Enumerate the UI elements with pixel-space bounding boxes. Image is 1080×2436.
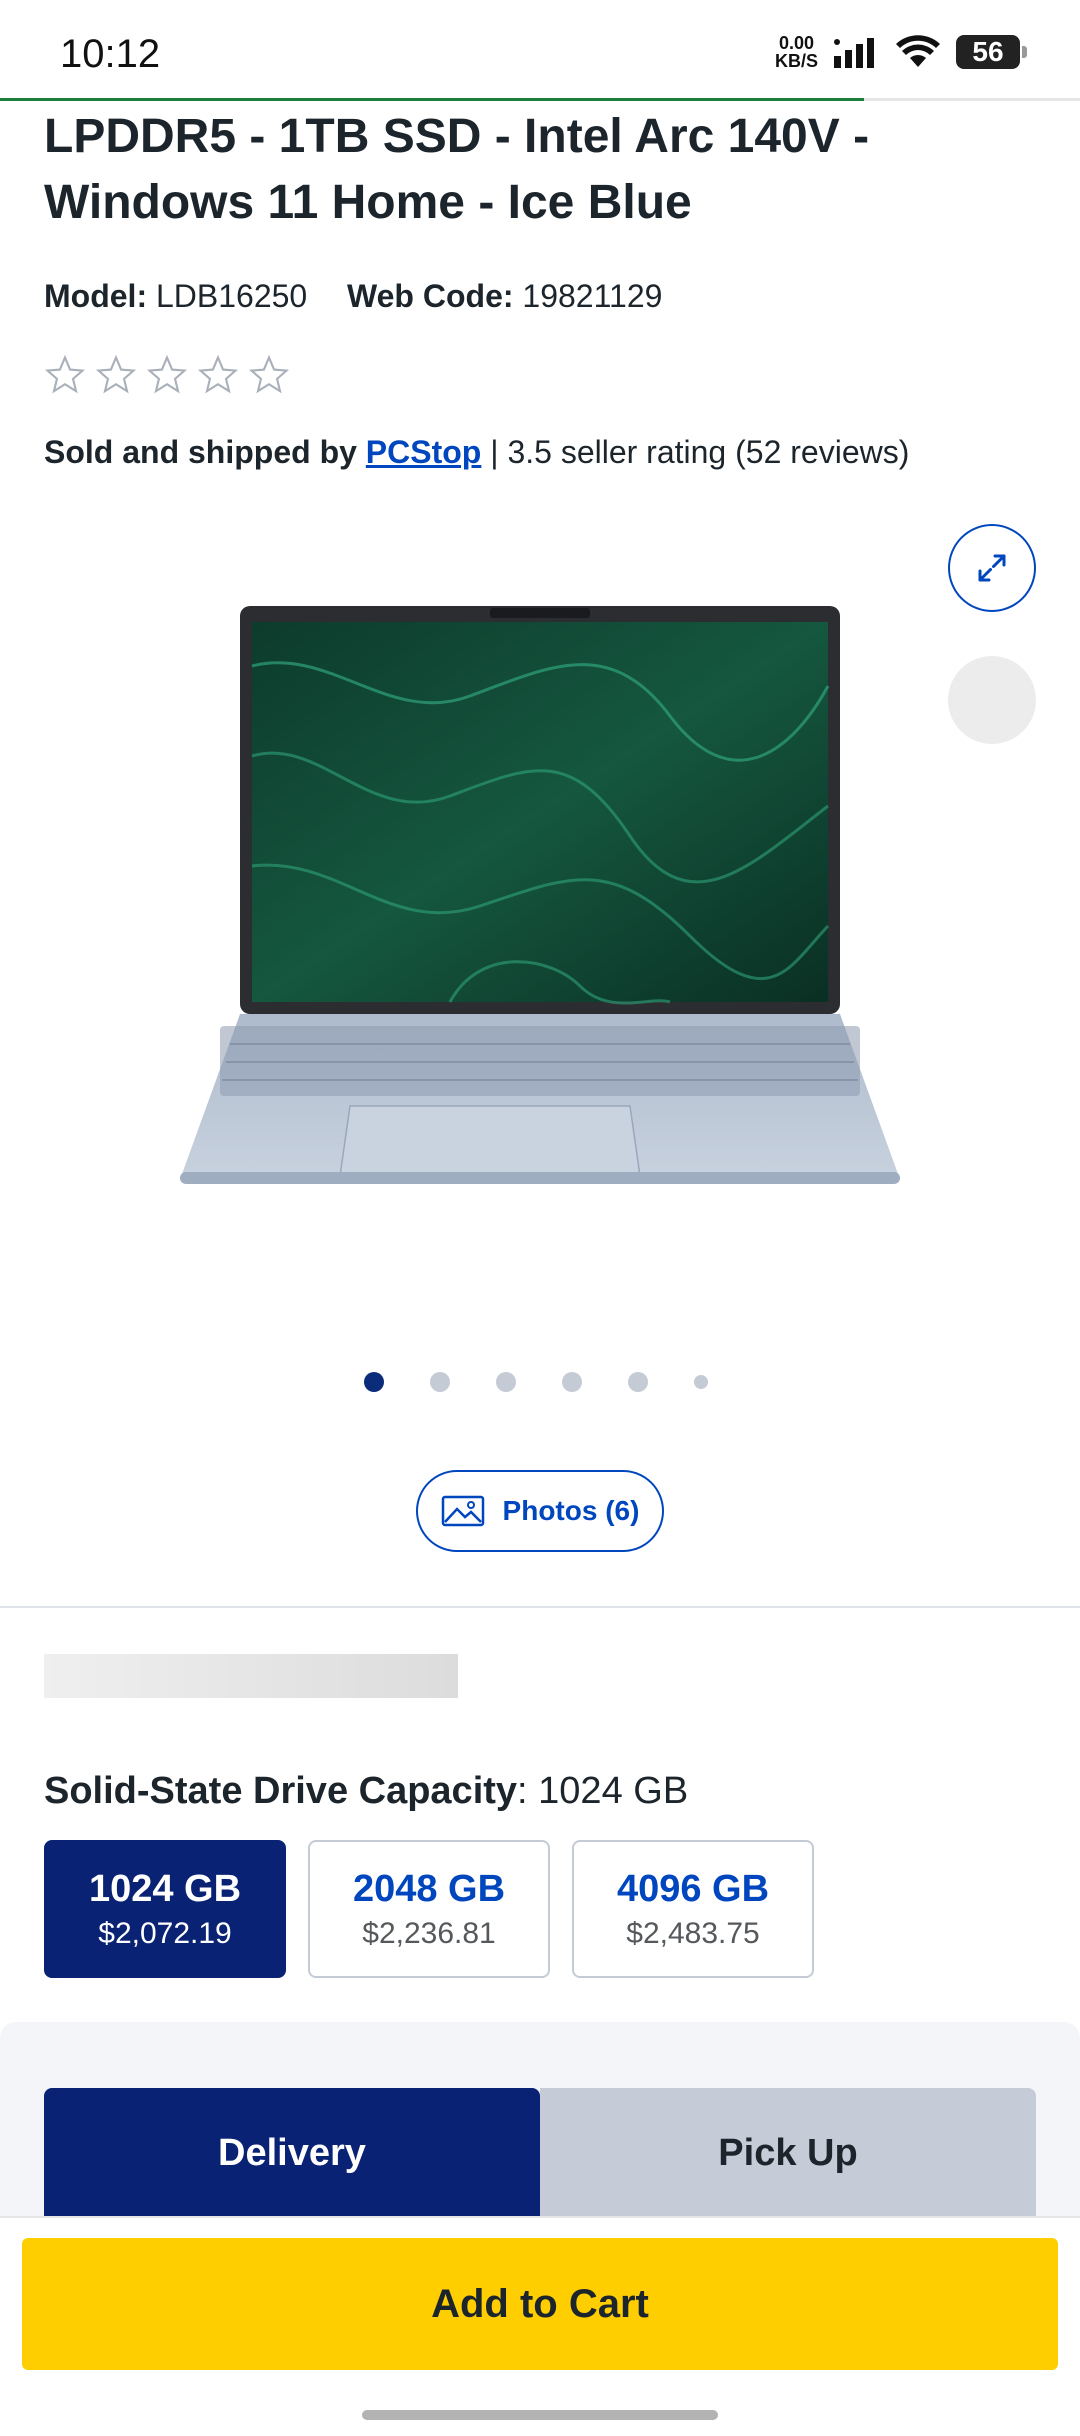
laptop-product-image[interactable] (150, 606, 930, 1206)
home-indicator[interactable] (362, 2410, 718, 2420)
expand-image-button[interactable] (948, 524, 1036, 612)
wifi-icon (896, 35, 940, 67)
star-icon (248, 354, 290, 394)
seller-info: Sold and shipped by PCStop | 3.5 seller … (44, 434, 909, 471)
model-label: Model: (44, 278, 148, 314)
star-icon (197, 354, 239, 394)
scroll-progress-fill (0, 98, 864, 101)
capacity-option-4096[interactable]: 4096 GB $2,483.75 (572, 1840, 814, 1978)
star-icon (95, 354, 137, 394)
seller-link[interactable]: PCStop (366, 434, 482, 470)
section-divider (0, 1606, 1080, 1608)
network-speed-value: 0.00 (778, 33, 815, 53)
image-icon (441, 1495, 484, 1527)
webcode-label: Web Code: (347, 278, 514, 314)
seller-rating: | 3.5 seller rating (52 reviews) (490, 434, 910, 470)
webcode-value: 19821129 (522, 278, 663, 314)
gallery-dot[interactable] (628, 1372, 648, 1392)
network-speed-unit: KB/S (774, 51, 818, 71)
tab-pickup[interactable]: Pick Up (540, 2088, 1036, 2218)
gallery-pagination[interactable] (364, 1372, 708, 1392)
gallery-dot[interactable] (496, 1372, 516, 1392)
cellular-signal-icon (834, 38, 874, 68)
expand-icon (978, 554, 1006, 582)
battery-level: 56 (972, 36, 1004, 67)
gallery-dot[interactable] (562, 1372, 582, 1392)
battery-icon: 56 (956, 35, 1027, 69)
price-loading-skeleton (44, 1654, 458, 1698)
add-to-cart-button[interactable]: Add to Cart (22, 2238, 1058, 2370)
gallery-dot[interactable] (364, 1372, 384, 1392)
option-price: $2,236.81 (362, 1916, 496, 1950)
product-title: LPDDR5 - 1TB SSD - Intel Arc 140V - Wind… (44, 110, 870, 229)
option-capacity: 2048 GB (352, 1867, 506, 1910)
option-price: $2,072.19 (98, 1916, 232, 1950)
gallery-dot[interactable] (694, 1375, 708, 1389)
status-time: 10:12 (60, 32, 161, 76)
rating-stars[interactable] (44, 354, 290, 396)
option-label: Solid-State Drive Capacity (44, 1770, 518, 1812)
tab-delivery[interactable]: Delivery (44, 2088, 540, 2218)
option-price: $2,483.75 (626, 1916, 760, 1950)
network-speed: 0.00 KB/S (775, 34, 818, 70)
status-icons: 0.00 KB/S 56 (775, 34, 1027, 70)
capacity-option-1024[interactable]: 1024 GB $2,072.19 (44, 1840, 286, 1978)
option-capacity: 4096 GB (616, 1867, 770, 1910)
option-capacity: 1024 GB (88, 1867, 242, 1910)
seller-prefix: Sold and shipped by (44, 434, 357, 470)
capacity-option-2048[interactable]: 2048 GB $2,236.81 (308, 1840, 550, 1978)
photos-button-label: Photos (6) (502, 1495, 640, 1526)
photos-button[interactable]: Photos (6) (416, 1470, 664, 1552)
status-bar: 10:12 0.00 KB/S 56 (0, 0, 1080, 100)
star-icon (146, 354, 188, 394)
option-current-value: : 1024 GB (517, 1770, 689, 1812)
model-value: LDB16250 (155, 278, 308, 314)
secondary-action-placeholder (948, 656, 1036, 744)
option-heading: Solid-State Drive Capacity: 1024 GB (44, 1770, 688, 1813)
product-identifiers: Model: LDB16250 Web Code: 19821129 (44, 278, 662, 315)
capacity-options: 1024 GB $2,072.19 2048 GB $2,236.81 4096… (44, 1840, 814, 1978)
gallery-dot[interactable] (430, 1372, 450, 1392)
star-icon (44, 354, 86, 394)
